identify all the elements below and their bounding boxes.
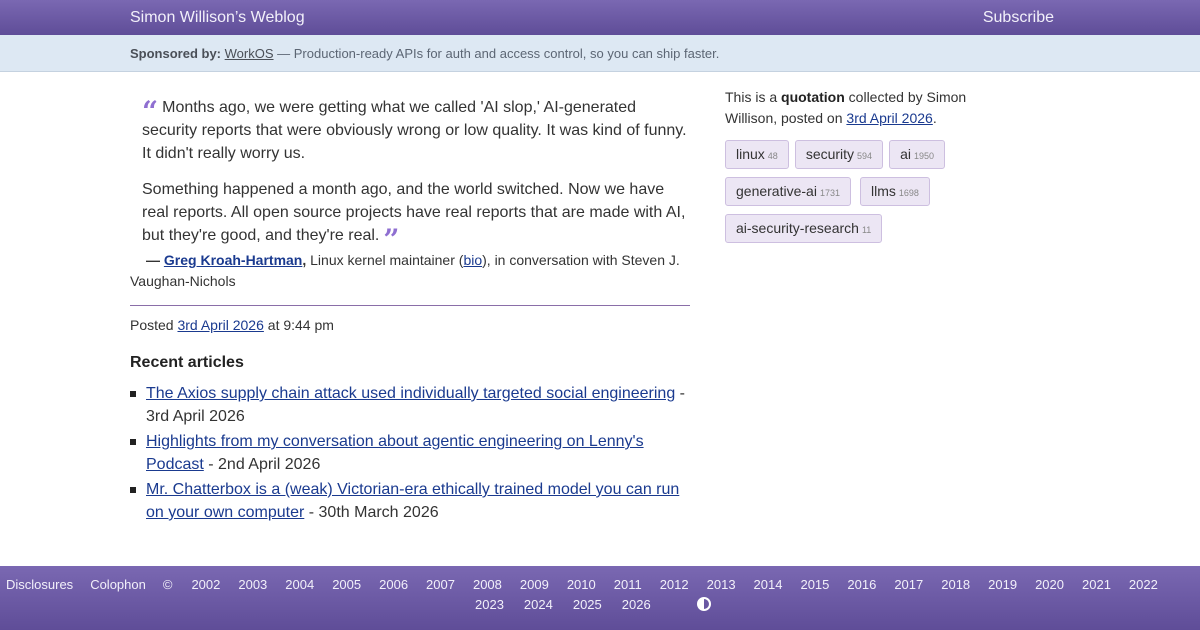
tag-ai-security-research[interactable]: ai-security-research 11: [725, 214, 883, 243]
tag-llms[interactable]: llms 1698: [859, 177, 930, 206]
disclosures-link[interactable]: Disclosures: [6, 577, 73, 592]
tag-label: llms: [870, 183, 896, 199]
tag-label: linux: [736, 146, 765, 162]
posted-suffix: at 9:44 pm: [263, 317, 334, 333]
list-item: The Axios supply chain attack used indiv…: [130, 382, 690, 428]
quote-paragraph-1: “Months ago, we were getting what we cal…: [142, 96, 692, 165]
year-link-2020[interactable]: 2020: [1035, 577, 1064, 592]
tag-label: generative-ai: [736, 183, 817, 199]
tag-count: 48: [767, 151, 778, 161]
year-link-2005[interactable]: 2005: [332, 577, 361, 592]
quote-text-2: Something happened a month ago, and the …: [142, 181, 686, 244]
year-link-2024[interactable]: 2024: [524, 597, 553, 612]
site-footer: Disclosures Colophon © 2002 2003 2004 2005 2006…: [0, 566, 1200, 630]
year-link-2026[interactable]: 2026: [622, 597, 651, 612]
year-link-2006[interactable]: 2006: [379, 577, 408, 592]
sponsor-text: Sponsored by: WorkOS — Production-ready …: [130, 46, 719, 61]
footer-links-row-1: Disclosures Colophon © 2002 2003 2004 2005 2006…: [6, 577, 1196, 592]
tag-count: 1731: [819, 188, 840, 198]
posted-prefix: Posted: [130, 317, 178, 333]
sponsor-link[interactable]: WorkOS: [225, 46, 274, 61]
tag-count: 11: [861, 225, 872, 235]
cite-bio-link[interactable]: bio: [463, 252, 482, 268]
tag-label: ai: [900, 146, 911, 162]
year-link-2002[interactable]: 2002: [191, 577, 220, 592]
list-item: Mr. Chatterbox is a (weak) Victorian-era…: [130, 478, 690, 524]
recent-articles-heading: Recent articles: [130, 354, 244, 371]
year-link-2004[interactable]: 2004: [285, 577, 314, 592]
footer-years-row-2: 2023 2024 2025 2026: [475, 597, 671, 612]
year-link-2025[interactable]: 2025: [573, 597, 602, 612]
year-link-2009[interactable]: 2009: [520, 577, 549, 592]
quotation: “Months ago, we were getting what we cal…: [142, 96, 692, 260]
intro-date-link[interactable]: 3rd April 2026: [846, 110, 932, 126]
year-link-2015[interactable]: 2015: [800, 577, 829, 592]
year-link-2003[interactable]: 2003: [238, 577, 267, 592]
sponsor-banner: Sponsored by: WorkOS — Production-ready …: [0, 35, 1200, 72]
cite-author-link[interactable]: Greg Kroah-Hartman: [164, 252, 302, 268]
year-link-2014[interactable]: 2014: [754, 577, 783, 592]
tag-label: security: [805, 146, 855, 162]
year-link-2011[interactable]: 2011: [614, 577, 642, 592]
tag-count: 594: [857, 151, 873, 161]
quote-text-1: Months ago, we were getting what we call…: [142, 99, 687, 162]
sidebar-intro: This is a quotation collected by Simon W…: [725, 87, 995, 129]
tag-label: ai-security-research: [736, 220, 859, 236]
intro-type: quotation: [781, 89, 845, 105]
tag-ai[interactable]: ai 1950: [889, 140, 946, 169]
year-link-2017[interactable]: 2017: [894, 577, 923, 592]
posted-line: Posted 3rd April 2026 at 9:44 pm: [130, 317, 334, 333]
quote-paragraph-2: Something happened a month ago, and the …: [142, 178, 692, 254]
subscribe-link[interactable]: Subscribe: [983, 9, 1054, 27]
year-link-2018[interactable]: 2018: [941, 577, 970, 592]
recent-article-date: - 2nd April 2026: [203, 456, 321, 473]
year-link-2023[interactable]: 2023: [475, 597, 504, 612]
list-item: Highlights from my conversation about ag…: [130, 430, 690, 476]
site-header: Simon Willison’s Weblog Subscribe: [0, 0, 1200, 35]
tag-security[interactable]: security 594: [794, 140, 884, 169]
colophon-link[interactable]: Colophon: [90, 577, 146, 592]
recent-articles-list: The Axios supply chain attack used indiv…: [130, 382, 690, 526]
sponsor-label: Sponsored by:: [130, 46, 222, 61]
sponsor-description: — Production-ready APIs for auth and acc…: [273, 46, 720, 61]
footer-years-row-1: 2002 2003 2004 2005 2006 2007 2008 2009 2010 2011…: [191, 577, 1175, 592]
year-link-2016[interactable]: 2016: [847, 577, 876, 592]
quote-citation: — Greg Kroah-Hartman, Linux kernel maint…: [130, 250, 690, 292]
cite-dash: —: [146, 252, 160, 268]
year-link-2022[interactable]: 2022: [1129, 577, 1158, 592]
cite-role-pre: Linux kernel maintainer (: [306, 252, 464, 268]
tag-linux[interactable]: linux 48: [725, 140, 789, 169]
recent-article-date: - 30th March 2026: [304, 504, 439, 521]
year-link-2012[interactable]: 2012: [660, 577, 689, 592]
year-link-2007[interactable]: 2007: [426, 577, 455, 592]
year-link-2019[interactable]: 2019: [988, 577, 1017, 592]
content-divider: [130, 305, 690, 306]
footer-links-row-2: 2023 2024 2025 2026: [475, 597, 711, 612]
tag-count: 1950: [913, 151, 935, 161]
site-title-link[interactable]: Simon Willison’s Weblog: [130, 9, 305, 27]
recent-article-link[interactable]: The Axios supply chain attack used indiv…: [146, 385, 675, 402]
posted-date-link[interactable]: 3rd April 2026: [177, 317, 263, 333]
year-link-2010[interactable]: 2010: [567, 577, 596, 592]
tag-generative-ai[interactable]: generative-ai 1731: [725, 177, 851, 206]
year-link-2013[interactable]: 2013: [707, 577, 736, 592]
tag-list: linux 48 security 594 ai 1950 generative-ai 17…: [725, 140, 1015, 251]
tag-count: 1698: [898, 188, 919, 198]
year-link-2008[interactable]: 2008: [473, 577, 502, 592]
year-link-2021[interactable]: 2021: [1082, 577, 1111, 592]
intro-pre: This is a: [725, 89, 782, 105]
contrast-icon[interactable]: [696, 597, 711, 611]
intro-end: .: [932, 110, 937, 126]
copyright-symbol: ©: [162, 577, 173, 592]
